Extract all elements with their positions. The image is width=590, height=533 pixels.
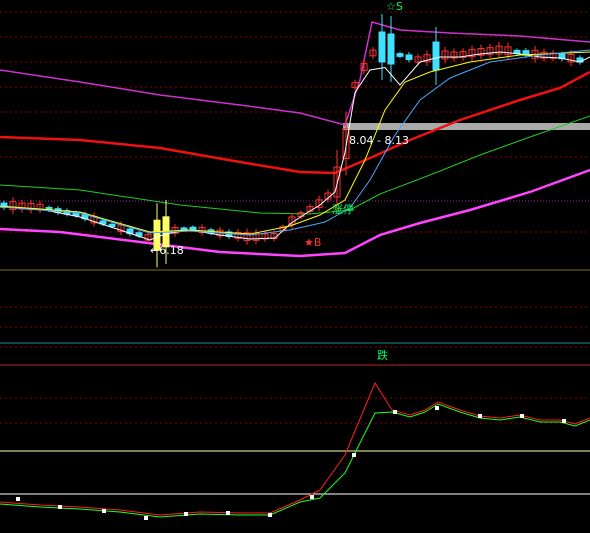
osc-green-line (0, 403, 590, 518)
band-lower-line (0, 168, 590, 258)
ma-slow-line (0, 49, 590, 236)
ma-mid-line (0, 51, 590, 235)
osc-marker-3 (144, 516, 148, 520)
osc-marker-12 (520, 414, 524, 418)
limit-up-tag: 涨停 (332, 202, 354, 216)
grid-layer (0, 11, 590, 495)
candle-body-21 (189, 226, 197, 231)
fall-tag: 跌 (377, 348, 388, 362)
osc-marker-11 (478, 414, 482, 418)
moving-average-layer (0, 49, 590, 241)
osc-marker-5 (226, 511, 230, 515)
osc-marker-7 (310, 495, 314, 499)
osc-marker-6 (268, 513, 272, 517)
stock-chart: ☆S ★B ←6.18 8.04 - 8.13 涨停 跌 (0, 0, 590, 520)
osc-marker-2 (102, 509, 106, 513)
osc-marker-4 (184, 512, 188, 516)
osc-marker-10 (435, 406, 439, 410)
candle-body-45 (405, 54, 413, 61)
osc-marker-13 (562, 419, 566, 423)
buy-signal-label: ★B (304, 236, 321, 249)
candle-body-43 (387, 33, 395, 65)
candle-body-42 (378, 31, 386, 63)
sell-signal-label: ☆S (386, 0, 403, 13)
ma-fast-line (0, 51, 590, 241)
gap-range-label: 8.04 - 8.13 (349, 134, 409, 147)
candle-body-57 (513, 49, 521, 54)
osc-red-line (0, 381, 590, 516)
candle-body-48 (432, 41, 440, 71)
osc-marker-9 (393, 410, 397, 414)
osc-marker-0 (16, 497, 20, 501)
osc-marker-8 (352, 453, 356, 457)
candle-body-20 (180, 227, 188, 231)
chart-stage: ☆S ★B ←6.18 8.04 - 8.13 涨停 跌 (0, 0, 590, 533)
candle-body-44 (396, 53, 404, 57)
low-price-label: ←6.18 (150, 244, 184, 257)
osc-marker-1 (58, 505, 62, 509)
